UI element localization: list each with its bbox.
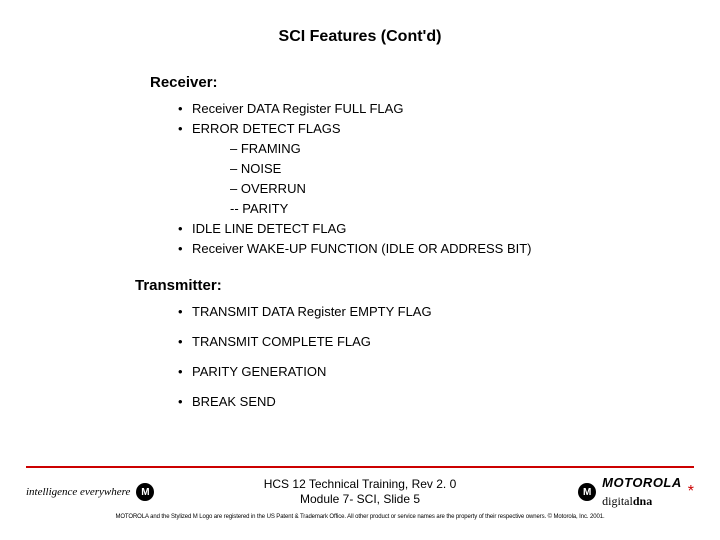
footer-row: intelligence everywhere M HCS 12 Technic… [0, 474, 720, 510]
slide-body: Receiver: Receiver DATA Register FULL FL… [0, 74, 720, 412]
footer-right-logo: M MOTOROLA digitaldna * [514, 474, 694, 510]
dna-bold: dna [633, 494, 652, 508]
list-item: Receiver DATA Register FULL FLAG [178, 99, 680, 119]
footer-divider [26, 466, 694, 468]
receiver-list: Receiver DATA Register FULL FLAG ERROR D… [178, 99, 680, 259]
list-item: TRANSMIT COMPLETE FLAG [178, 332, 680, 352]
error-flags-sublist: – FRAMING – NOISE – OVERRUN -- PARITY [230, 139, 680, 219]
list-item: TRANSMIT DATA Register EMPTY FLAG [178, 302, 680, 322]
list-item-label: ERROR DETECT FLAGS [192, 121, 341, 136]
sub-item: – NOISE [230, 159, 680, 179]
list-item: IDLE LINE DETECT FLAG [178, 219, 680, 239]
footer-line1: HCS 12 Technical Training, Rev 2. 0 [206, 477, 514, 492]
slide-title: SCI Features (Cont'd) [0, 0, 720, 56]
transmitter-heading: Transmitter: [135, 277, 680, 294]
sun-icon: * [688, 483, 694, 501]
list-item: Receiver WAKE-UP FUNCTION (IDLE OR ADDRE… [178, 239, 680, 259]
motorola-m-icon: M [578, 483, 596, 501]
footer-line2: Module 7- SCI, Slide 5 [206, 492, 514, 507]
dna-digital: digital [602, 494, 633, 508]
footer-fineprint: MOTOROLA and the Stylized M Logo are reg… [0, 510, 720, 520]
digital-dna-text: digitaldna [602, 494, 652, 508]
list-item: PARITY GENERATION [178, 362, 680, 382]
slide-footer: intelligence everywhere M HCS 12 Technic… [0, 466, 720, 520]
sub-item: – FRAMING [230, 139, 680, 159]
receiver-heading: Receiver: [150, 74, 680, 91]
motorola-wordmark: MOTOROLA [602, 475, 682, 490]
sub-item: -- PARITY [230, 199, 680, 219]
list-item: ERROR DETECT FLAGS – FRAMING – NOISE – O… [178, 119, 680, 219]
transmitter-list: TRANSMIT DATA Register EMPTY FLAG TRANSM… [178, 302, 680, 412]
intelligence-everywhere-text: intelligence everywhere [26, 486, 130, 498]
motorola-m-icon: M [136, 483, 154, 501]
footer-left-logo: intelligence everywhere M [26, 483, 206, 501]
list-item: BREAK SEND [178, 392, 680, 412]
sub-item: – OVERRUN [230, 179, 680, 199]
footer-center-text: HCS 12 Technical Training, Rev 2. 0 Modu… [206, 477, 514, 507]
